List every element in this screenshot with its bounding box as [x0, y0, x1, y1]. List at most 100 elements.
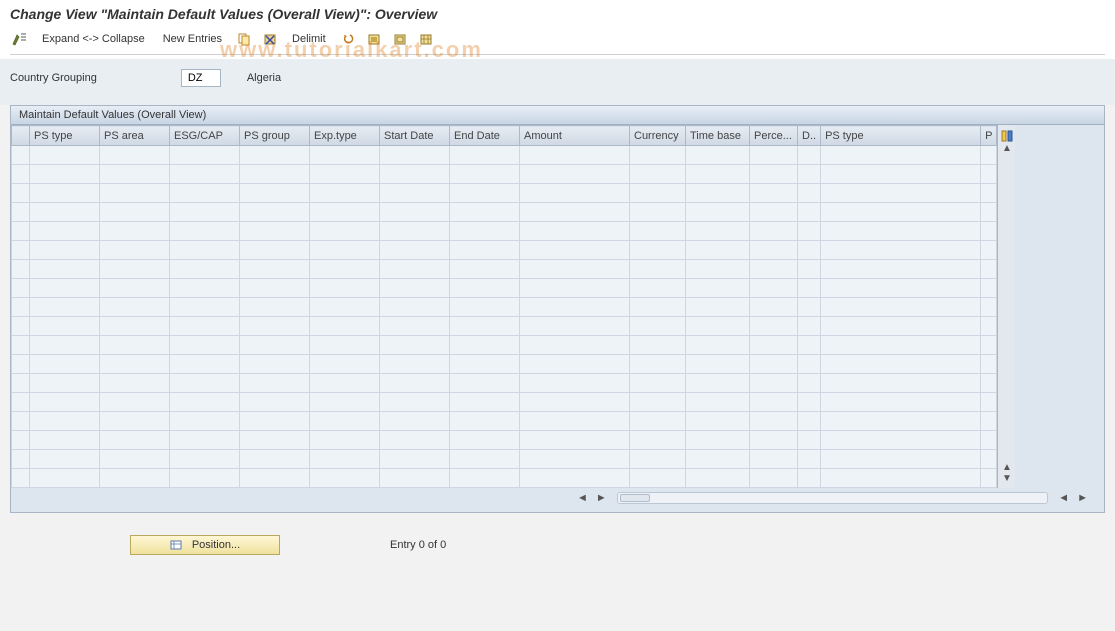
cell[interactable] [240, 279, 310, 298]
cell[interactable] [821, 469, 981, 488]
cell[interactable] [821, 146, 981, 165]
col-13[interactable]: P [981, 126, 997, 146]
cell[interactable] [30, 146, 100, 165]
cell[interactable] [821, 336, 981, 355]
cell[interactable] [750, 412, 798, 431]
cell[interactable] [821, 241, 981, 260]
delimit-button[interactable]: Delimit [286, 32, 332, 46]
cell[interactable] [798, 222, 821, 241]
table-settings-icon[interactable] [416, 30, 436, 48]
cell[interactable] [240, 241, 310, 260]
cell[interactable] [630, 317, 686, 336]
cell[interactable] [380, 165, 450, 184]
cell[interactable] [310, 469, 380, 488]
cell[interactable] [310, 431, 380, 450]
row-selector-header[interactable] [12, 126, 30, 146]
new-entries-button[interactable]: New Entries [157, 32, 228, 46]
cell[interactable] [981, 298, 997, 317]
cell[interactable] [30, 355, 100, 374]
cell[interactable] [520, 469, 630, 488]
cell[interactable] [750, 469, 798, 488]
cell[interactable] [380, 412, 450, 431]
cell[interactable] [686, 412, 750, 431]
cell[interactable] [981, 374, 997, 393]
cell[interactable] [821, 165, 981, 184]
cell[interactable] [798, 165, 821, 184]
cell[interactable] [686, 374, 750, 393]
cell[interactable] [630, 203, 686, 222]
cell[interactable] [686, 431, 750, 450]
cell[interactable] [981, 393, 997, 412]
cell[interactable] [450, 298, 520, 317]
row-selector[interactable] [12, 393, 30, 412]
cell[interactable] [450, 241, 520, 260]
cell[interactable] [170, 203, 240, 222]
cell[interactable] [520, 431, 630, 450]
col-9[interactable]: Time base [686, 126, 750, 146]
cell[interactable] [450, 203, 520, 222]
cell[interactable] [630, 393, 686, 412]
cell[interactable] [170, 431, 240, 450]
cell[interactable] [310, 203, 380, 222]
cell[interactable] [981, 317, 997, 336]
cell[interactable] [310, 165, 380, 184]
cell[interactable] [450, 279, 520, 298]
cell[interactable] [630, 431, 686, 450]
cell[interactable] [170, 374, 240, 393]
cell[interactable] [380, 355, 450, 374]
cell[interactable] [450, 260, 520, 279]
cell[interactable] [100, 317, 170, 336]
cell[interactable] [240, 222, 310, 241]
row-selector[interactable] [12, 469, 30, 488]
cell[interactable] [750, 355, 798, 374]
cell[interactable] [798, 317, 821, 336]
cell[interactable] [450, 412, 520, 431]
cell[interactable] [981, 165, 997, 184]
cell[interactable] [981, 184, 997, 203]
cell[interactable] [450, 336, 520, 355]
cell[interactable] [380, 317, 450, 336]
row-selector[interactable] [12, 241, 30, 260]
undo-icon[interactable] [338, 30, 358, 48]
cell[interactable] [520, 222, 630, 241]
cell[interactable] [750, 184, 798, 203]
cell[interactable] [170, 336, 240, 355]
cell[interactable] [450, 184, 520, 203]
cell[interactable] [450, 393, 520, 412]
cell[interactable] [981, 431, 997, 450]
cell[interactable] [450, 222, 520, 241]
cell[interactable] [520, 355, 630, 374]
cell[interactable] [310, 412, 380, 431]
cell[interactable] [310, 355, 380, 374]
cell[interactable] [981, 336, 997, 355]
col-3[interactable]: PS group [240, 126, 310, 146]
cell[interactable] [750, 203, 798, 222]
deselect-all-icon[interactable] [390, 30, 410, 48]
cell[interactable] [520, 241, 630, 260]
cell[interactable] [981, 279, 997, 298]
cell[interactable] [240, 412, 310, 431]
cell[interactable] [30, 298, 100, 317]
col-10[interactable]: Perce... [750, 126, 798, 146]
cell[interactable] [380, 336, 450, 355]
cell[interactable] [100, 260, 170, 279]
cell[interactable] [686, 393, 750, 412]
cell[interactable] [686, 241, 750, 260]
cell[interactable] [686, 450, 750, 469]
cell[interactable] [981, 241, 997, 260]
cell[interactable] [170, 469, 240, 488]
cell[interactable] [240, 165, 310, 184]
cell[interactable] [30, 241, 100, 260]
cell[interactable] [686, 336, 750, 355]
row-selector[interactable] [12, 355, 30, 374]
cell[interactable] [100, 146, 170, 165]
cell[interactable] [821, 203, 981, 222]
cell[interactable] [100, 222, 170, 241]
cell[interactable] [520, 184, 630, 203]
cell[interactable] [981, 355, 997, 374]
cell[interactable] [750, 298, 798, 317]
cell[interactable] [750, 146, 798, 165]
cell[interactable] [380, 469, 450, 488]
cell[interactable] [821, 222, 981, 241]
row-selector[interactable] [12, 260, 30, 279]
